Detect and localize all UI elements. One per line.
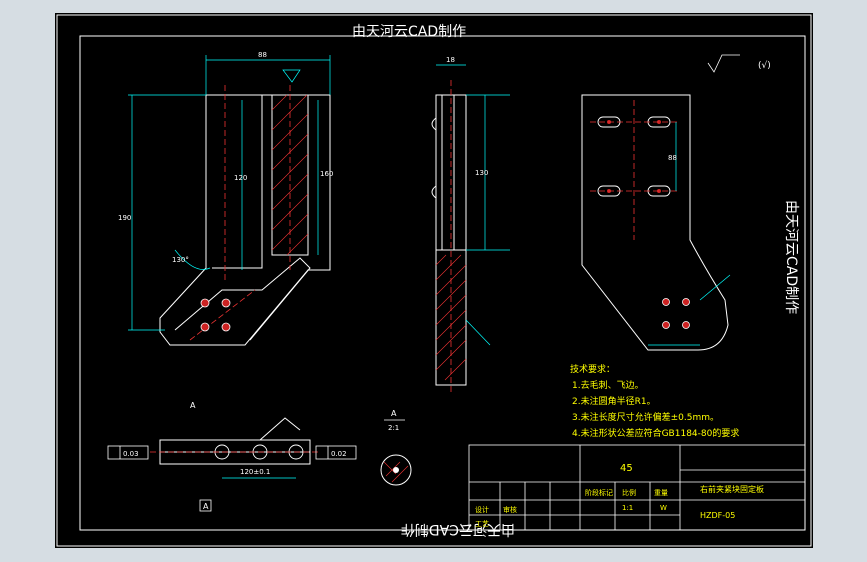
dim-right-vertical: 88 bbox=[668, 154, 677, 162]
tolerance-right-value: 0.02 bbox=[331, 450, 347, 458]
tech-requirement-item: 3.未注长度尺寸允许偏差±0.5mm。 bbox=[572, 411, 719, 423]
dim-side-width: 18 bbox=[446, 56, 455, 64]
dim-front-height-right: 160 bbox=[320, 170, 333, 178]
label-design: 设计 bbox=[475, 505, 489, 514]
watermark-top: 由天河云CAD制作 bbox=[352, 24, 466, 40]
hole bbox=[662, 298, 670, 306]
tech-requirements-title: 技术要求： bbox=[570, 363, 615, 375]
scale-value: 1:1 bbox=[622, 504, 633, 512]
roughness-note: (√) bbox=[758, 60, 771, 71]
hole bbox=[200, 322, 210, 332]
hole bbox=[221, 322, 231, 332]
datum-label: A bbox=[203, 502, 209, 511]
dim-front-width: 88 bbox=[258, 51, 267, 59]
tech-requirement-item: 1.去毛刺、飞边。 bbox=[572, 379, 644, 391]
section-label: A bbox=[391, 409, 397, 418]
label-stage: 阶段标记 bbox=[585, 488, 613, 497]
watermark-side: 由天河云CAD制作 bbox=[783, 200, 799, 314]
tech-requirement-item: 4.未注形状公差应符合GB1184-80的要求 bbox=[572, 427, 739, 439]
hole bbox=[662, 321, 670, 329]
hole bbox=[682, 298, 690, 306]
material: 45 bbox=[620, 463, 633, 474]
watermark-bottom: 由天河云CAD制作 bbox=[401, 521, 515, 537]
hole bbox=[682, 321, 690, 329]
tech-requirement-item: 2.未注圆角半径R1。 bbox=[572, 395, 656, 407]
dim-front-angle: 130° bbox=[172, 256, 189, 264]
label-check: 审核 bbox=[503, 505, 517, 514]
dim-side-height: 130 bbox=[475, 169, 488, 177]
view-label-arrow: A bbox=[190, 401, 196, 410]
dim-bottom: 120±0.1 bbox=[240, 468, 270, 476]
drawing-canvas[interactable]: 由天河云CAD制作 由天河云CAD制作 由天河云CAD制作 88 190 120 bbox=[0, 0, 867, 562]
sheet-note: W bbox=[660, 504, 667, 512]
section-center bbox=[393, 467, 399, 473]
dim-front-height-total: 190 bbox=[118, 214, 131, 222]
tolerance-left-value: 0.03 bbox=[123, 450, 139, 458]
sheet-background bbox=[55, 13, 813, 548]
cad-viewer[interactable]: 由天河云CAD制作 由天河云CAD制作 由天河云CAD制作 88 190 120 bbox=[0, 0, 867, 562]
dim-front-height-slot: 120 bbox=[234, 174, 247, 182]
part-name: 右前夹紧块固定板 bbox=[700, 484, 764, 494]
label-scale: 比例 bbox=[622, 488, 636, 497]
hole bbox=[200, 298, 210, 308]
label-process: 工艺 bbox=[475, 520, 489, 528]
hole bbox=[221, 298, 231, 308]
drawing-number: HZDF-05 bbox=[700, 511, 735, 520]
section-label-below: 2:1 bbox=[388, 424, 399, 432]
label-weight: 重量 bbox=[654, 489, 668, 497]
